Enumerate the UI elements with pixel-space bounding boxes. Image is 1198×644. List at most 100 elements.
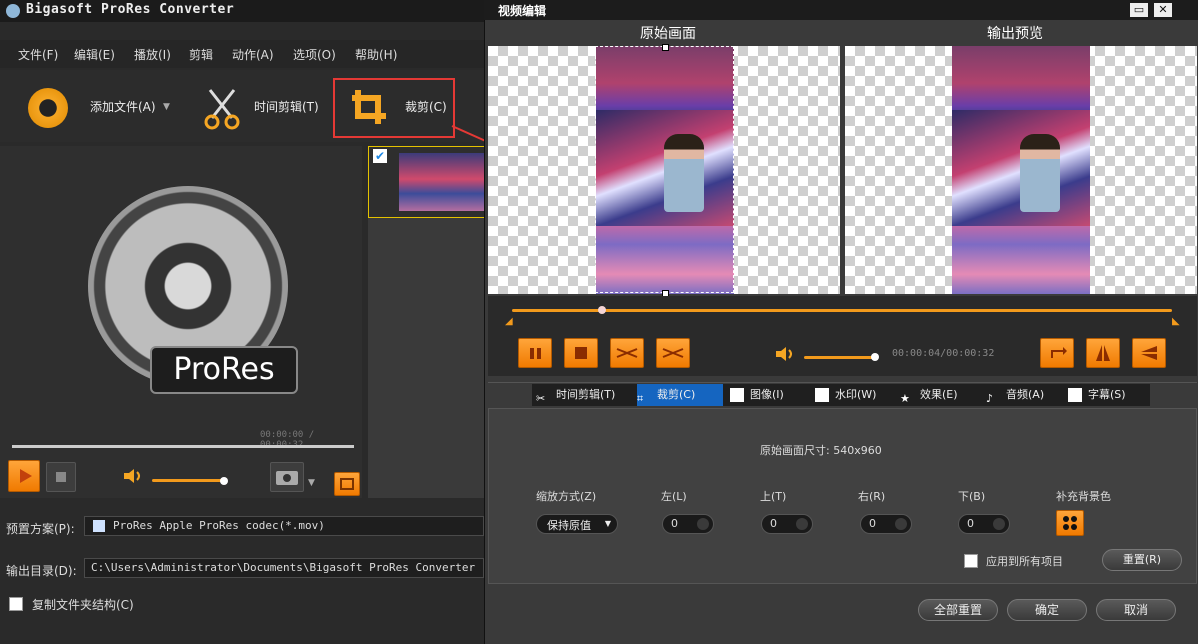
left-label: 左(L) [661, 490, 687, 503]
rotate-icon [1051, 347, 1067, 358]
flip-vertical-icon [1141, 346, 1157, 360]
preset-select[interactable]: ProRes Apple ProRes codec(*.mov) [84, 516, 484, 536]
volume-knob[interactable] [220, 477, 228, 485]
performer-figure [1020, 134, 1060, 212]
chevron-down-icon[interactable]: ▼ [308, 478, 315, 488]
output-preview-label: 输出预览 [987, 26, 1043, 42]
reset-all-button[interactable]: 全部重置 [918, 599, 998, 621]
apply-all-checkbox[interactable] [964, 554, 978, 568]
fill-bg-label: 补充背景色 [1056, 490, 1111, 503]
bottom-label: 下(B) [958, 490, 986, 503]
chevron-down-icon: ▼ [604, 519, 611, 528]
zoom-select[interactable]: 保持原值 ▼ [536, 514, 618, 534]
scissors-icon: ✂ [536, 392, 546, 405]
snapshot-button[interactable] [270, 462, 304, 492]
preset-label: 预置方案(P): [6, 522, 75, 536]
tab-label: 时间剪辑(T) [556, 388, 616, 401]
menu-play[interactable]: 播放(I) [134, 46, 171, 63]
tab-image[interactable]: 图像(I) [730, 384, 784, 406]
copy-structure-label: 复制文件夹结构(C) [32, 598, 134, 612]
prores-logo: ProRes [150, 346, 298, 394]
tab-label: 裁剪(C) [657, 388, 696, 401]
player-progress[interactable] [12, 445, 354, 448]
tab-label: 水印(W) [835, 388, 877, 401]
star-icon: ★ [900, 392, 910, 405]
tab-effect[interactable]: ★ 效果(E) [900, 384, 958, 406]
stop-button[interactable] [46, 462, 76, 492]
tab-audio[interactable]: ♪ 音频(A) [986, 384, 1044, 406]
cancel-button[interactable]: 取消 [1096, 599, 1176, 621]
tab-label: 效果(E) [920, 388, 958, 401]
chevron-down-icon[interactable]: ▼ [163, 102, 170, 112]
crop-rectangle[interactable] [595, 46, 734, 293]
scissors-icon [662, 348, 684, 358]
scissors-icon [616, 348, 638, 358]
music-note-icon: ♪ [986, 392, 994, 405]
trim-end-marker[interactable]: ◣ [1172, 316, 1180, 327]
checkbox-checked[interactable]: ✔ [373, 149, 387, 163]
restore-button[interactable]: ▭ [1130, 3, 1148, 17]
dialog-title: 视频编辑 [498, 4, 547, 18]
right-label: 右(R) [858, 490, 886, 503]
flip-vertical-button[interactable] [1132, 338, 1166, 368]
subtitle-icon [1068, 388, 1082, 402]
output-path-field[interactable]: C:\Users\Administrator\Documents\Bigasof… [84, 558, 484, 578]
trim-start-marker[interactable]: ◢ [505, 316, 513, 327]
menubar: 文件(F) 编辑(E) 播放(I) 剪辑 动作(A) 选项(O) 帮助(H) [0, 40, 490, 68]
volume-icon[interactable] [774, 346, 796, 362]
stop-button[interactable] [564, 338, 598, 368]
bottom-input[interactable]: 0 [958, 514, 1010, 534]
dialog-titlebar [484, 0, 1198, 20]
ok-button[interactable]: 确定 [1007, 599, 1087, 621]
top-input[interactable]: 0 [761, 514, 813, 534]
watermark-icon [815, 388, 829, 402]
flip-horizontal-icon [1096, 345, 1110, 361]
menu-file[interactable]: 文件(F) [18, 46, 58, 63]
tab-watermark[interactable]: 水印(W) [815, 384, 876, 406]
preview-video-frame [952, 46, 1090, 294]
flip-horizontal-button[interactable] [1086, 338, 1120, 368]
left-input[interactable]: 0 [662, 514, 714, 534]
cut-start-button[interactable] [610, 338, 644, 368]
volume-knob[interactable] [871, 353, 879, 361]
tab-trim[interactable]: ✂ 时间剪辑(T) [536, 384, 615, 406]
film-reel-icon[interactable] [28, 88, 68, 128]
crop-icon: ⌗ [637, 392, 644, 405]
volume-slider[interactable] [152, 479, 226, 482]
right-input[interactable]: 0 [860, 514, 912, 534]
zoom-value: 保持原值 [547, 519, 591, 532]
preview-pane: ProRes 00:00:00 / 00:00:32 ▼ [0, 146, 362, 498]
top-label: 上(T) [760, 490, 787, 503]
app-icon [6, 4, 20, 18]
add-file-button[interactable]: 添加文件(A) [90, 98, 156, 115]
scissors-icon[interactable] [202, 86, 242, 130]
rotate-button[interactable] [1040, 338, 1074, 368]
cut-end-button[interactable] [656, 338, 690, 368]
menu-clip[interactable]: 剪辑 [189, 46, 213, 63]
trim-button[interactable]: 时间剪辑(T) [254, 98, 319, 115]
crop-highlight-box [333, 78, 455, 138]
menu-options[interactable]: 选项(O) [293, 46, 336, 63]
reset-button[interactable]: 重置(R) [1102, 549, 1182, 571]
timeline-slider[interactable] [512, 309, 1172, 312]
pause-button[interactable] [518, 338, 552, 368]
timeline-knob[interactable] [598, 306, 606, 314]
crop-handle[interactable] [662, 44, 669, 51]
copy-structure-checkbox[interactable] [9, 597, 23, 611]
output-label: 输出目录(D): [6, 564, 77, 578]
fullscreen-button[interactable] [334, 472, 360, 496]
close-button[interactable]: ✕ [1154, 3, 1172, 17]
original-size-text: 原始画面尺寸: 540x960 [760, 444, 882, 457]
menu-help[interactable]: 帮助(H) [355, 46, 397, 63]
pause-icon [530, 348, 541, 359]
play-button[interactable] [8, 460, 40, 492]
original-view-label: 原始画面 [640, 26, 696, 42]
volume-icon[interactable] [122, 468, 144, 484]
volume-slider[interactable] [804, 356, 876, 359]
menu-edit[interactable]: 编辑(E) [74, 46, 115, 63]
tab-crop[interactable]: ⌗ 裁剪(C) [637, 384, 723, 406]
fill-color-button[interactable] [1056, 510, 1084, 536]
zoom-label: 缩放方式(Z) [536, 490, 597, 503]
tab-subtitle[interactable]: 字幕(S) [1068, 384, 1126, 406]
menu-action[interactable]: 动作(A) [232, 46, 274, 63]
